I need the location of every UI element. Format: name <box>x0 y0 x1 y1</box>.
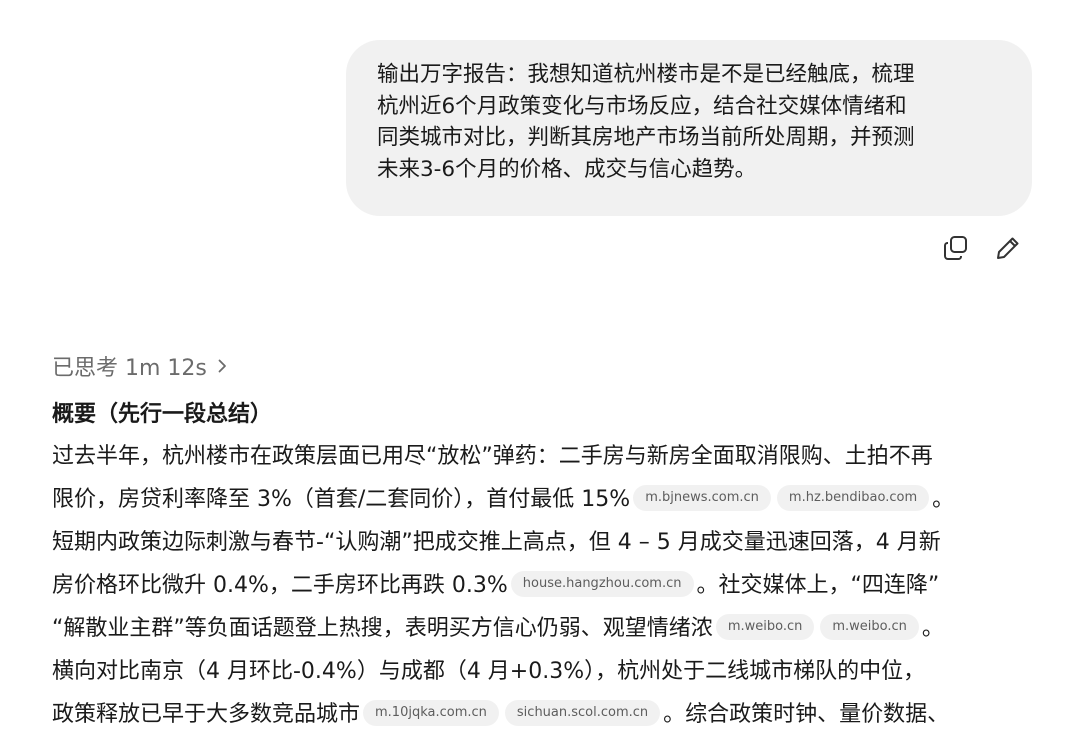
answer-paragraph: 过去半年，杭州楼市在政策层面已用尽“放松”弹药：二手房与新房全面取消限购、土拍不… <box>52 435 1042 736</box>
answer-text: 限价，房贷利率降至 3%（首套/二套同价），首付最低 15% <box>52 487 631 512</box>
answer-line: 政策释放已早于大多数竞品城市 m.10jqka.com.cn sichuan.sco… <box>52 693 1042 736</box>
answer-line: 房价格环比微升 0.4%，二手房环比再跌 0.3% house.hangzhou.… <box>52 564 1042 607</box>
user-message-line: 同类城市对比，判断其房地产市场当前所处周期，并预测 <box>377 125 915 150</box>
user-message-line: 杭州近6个月政策变化与市场反应，结合社交媒体情绪和 <box>377 93 907 119</box>
source-citation-chip[interactable]: m.weibo.cn <box>820 614 919 640</box>
answer-text: “解散业主群”等负面话题登上热搜，表明买方信心仍弱、观望情绪浓 <box>52 616 713 641</box>
answer-text: 。 <box>921 616 944 641</box>
message-actions <box>940 232 1024 264</box>
answer-line: 限价，房贷利率降至 3%（首套/二套同价），首付最低 15% m.bjnews.c… <box>52 478 1042 521</box>
user-message-bubble: 输出万字报告：我想知道杭州楼市是不是已经触底，梳理 杭州近6个月政策变化与市场反… <box>346 40 1032 216</box>
user-message-line: 输出万字报告：我想知道杭州楼市是不是已经触底，梳理 <box>377 62 915 87</box>
answer-text: 。综合政策时钟、量价数据、 <box>663 702 950 727</box>
answer-text: 过去半年，杭州楼市在政策层面已用尽“放松”弹药：二手房与新房全面取消限购、土拍不… <box>52 444 933 469</box>
source-citation-chip[interactable]: sichuan.scol.com.cn <box>504 700 661 726</box>
source-citation-chip[interactable]: m.10jqka.com.cn <box>363 700 499 726</box>
copy-button[interactable] <box>940 232 972 264</box>
answer-line: 横向对比南京（4 月环比-0.4%）与成都（4 月+0.3%），杭州处于二线城市… <box>52 650 1042 693</box>
answer-text: 短期内政策边际刺激与春节-“认购潮”把成交推上高点，但 4 – 5 月成交量迅速… <box>52 530 941 555</box>
copy-icon <box>944 236 967 260</box>
thought-label: 已思考 1m 12s <box>52 356 207 381</box>
answer-heading: 概要（先行一段总结） <box>52 402 273 427</box>
edit-message-button[interactable] <box>992 232 1024 264</box>
source-citation-chip[interactable]: house.hangzhou.com.cn <box>510 571 694 597</box>
assistant-answer: 概要（先行一段总结） 过去半年，杭州楼市在政策层面已用尽“放松”弹药：二手房与新… <box>52 397 1042 736</box>
user-message-line: 未来3-6个月的价格、成交与信心趋势。 <box>377 156 757 182</box>
answer-text: 横向对比南京（4 月环比-0.4%）与成都（4 月+0.3%），杭州处于二线城市… <box>52 659 926 684</box>
source-citation-chip[interactable]: m.hz.bendibao.com <box>776 485 930 511</box>
answer-line: 过去半年，杭州楼市在政策层面已用尽“放松”弹药：二手房与新房全面取消限购、土拍不… <box>52 435 1042 478</box>
thought-toggle[interactable]: 已思考 1m 12s <box>52 350 231 382</box>
answer-line: 短期内政策边际刺激与春节-“认购潮”把成交推上高点，但 4 – 5 月成交量迅速… <box>52 521 1042 564</box>
source-citation-chip[interactable]: m.weibo.cn <box>715 614 815 640</box>
answer-text: 政策释放已早于大多数竞品城市 <box>52 702 361 727</box>
chevron-right-icon <box>218 359 226 373</box>
answer-text: 。社交媒体上，“四连降” <box>696 573 940 598</box>
answer-line: “解散业主群”等负面话题登上热搜，表明买方信心仍弱、观望情绪浓 m.weibo.c… <box>52 607 1042 650</box>
source-citation-chip[interactable]: m.bjnews.com.cn <box>633 485 771 511</box>
pencil-icon <box>997 237 1019 259</box>
answer-text: 房价格环比微升 0.4%，二手房环比再跌 0.3% <box>52 573 508 598</box>
answer-text: 。 <box>932 487 955 512</box>
